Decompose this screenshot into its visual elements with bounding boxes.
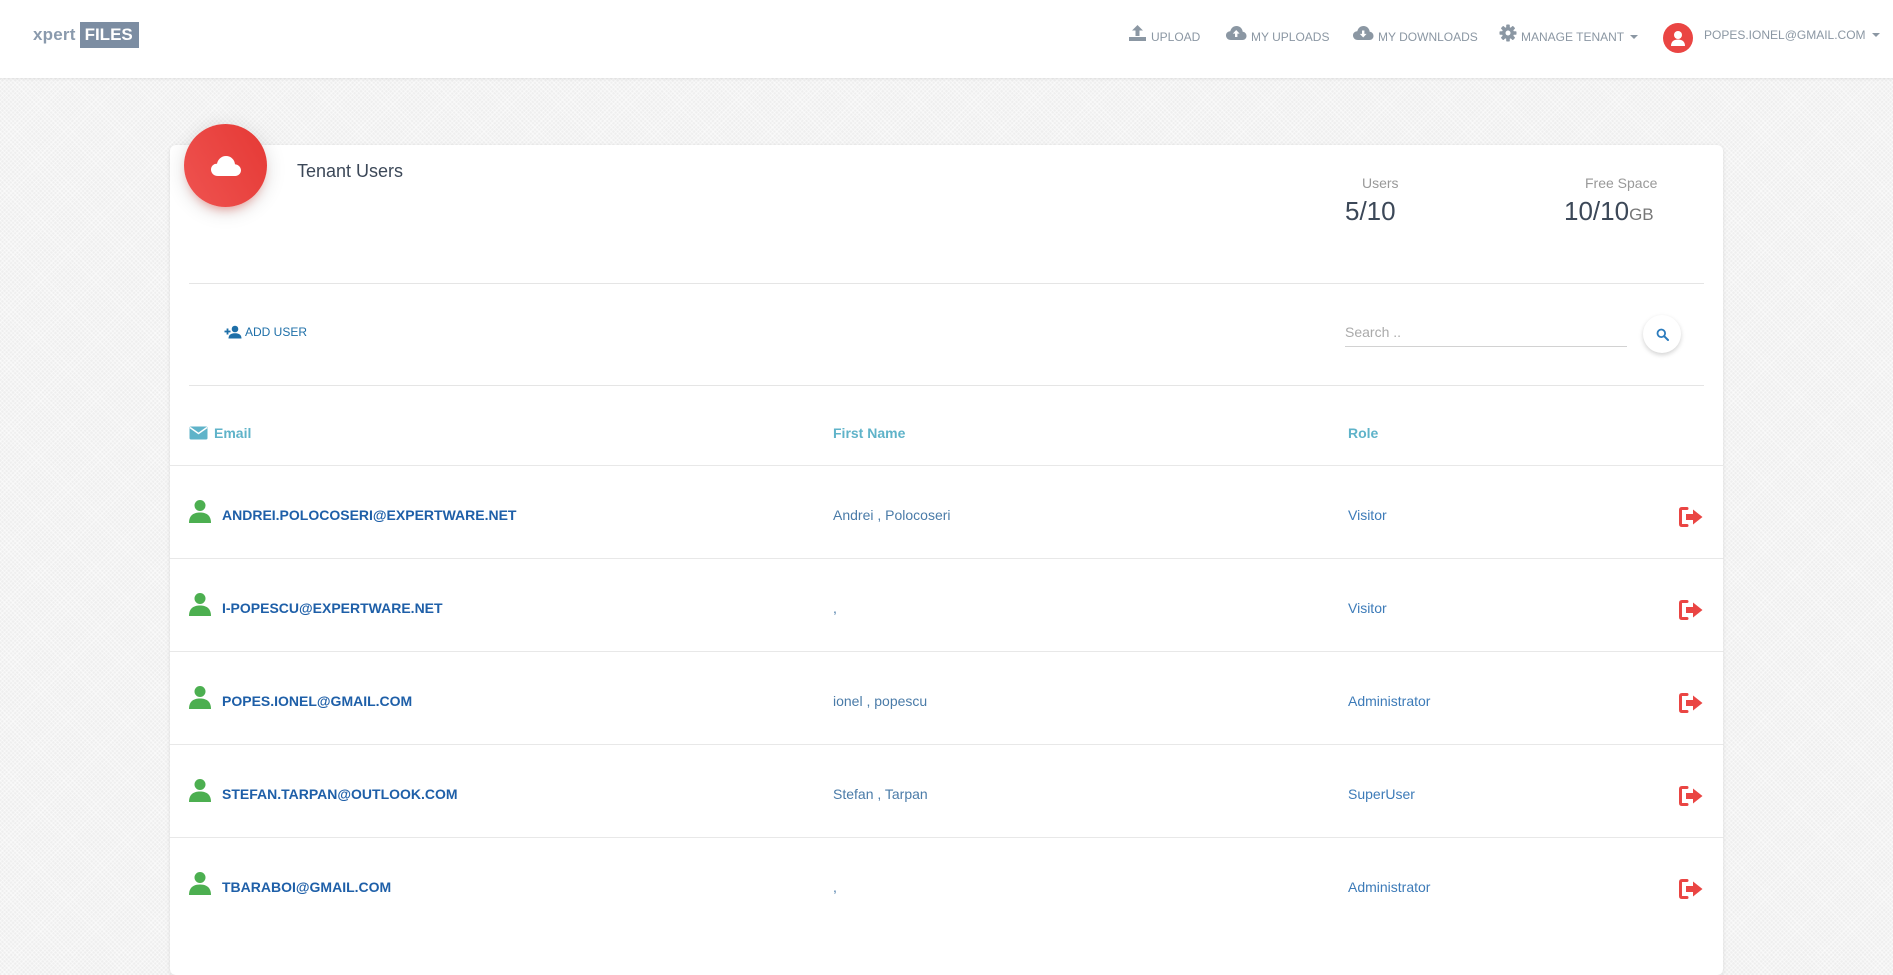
brand-text-files: FILES	[79, 22, 139, 48]
column-header-first-name-label: First Name	[833, 425, 906, 441]
user-role: SuperUser	[1348, 786, 1415, 802]
free-space-amount: 10/10	[1564, 196, 1630, 226]
user-name: ,	[833, 600, 837, 616]
nav-my-downloads[interactable]: MY DOWNLOADS	[1352, 24, 1478, 44]
user-email-link[interactable]: POPES.IONEL@GMAIL.COM	[222, 693, 412, 709]
user-name: ,	[833, 879, 837, 895]
sign-out-icon[interactable]	[1678, 692, 1704, 714]
search-button[interactable]	[1643, 315, 1681, 353]
divider	[189, 385, 1704, 386]
column-header-first-name: First Name	[833, 425, 905, 441]
free-space-value: 10/10GB	[1564, 196, 1654, 227]
column-header-role: Role	[1348, 425, 1378, 441]
users-stat-value: 5/10	[1345, 196, 1396, 226]
nav-upload-label: UPLOAD	[1151, 30, 1201, 44]
nav-user-menu[interactable]: POPES.IONEL@GMAIL.COM	[1704, 24, 1880, 42]
envelope-icon	[189, 426, 208, 440]
user-email-link[interactable]: I-POPESCU@EXPERTWARE.NET	[222, 600, 443, 616]
user-name: Stefan , Tarpan	[833, 786, 928, 802]
sign-out-icon[interactable]	[1678, 785, 1704, 807]
user-avatar-icon[interactable]	[1663, 23, 1693, 53]
sign-out-icon[interactable]	[1678, 878, 1704, 900]
column-header-role-label: Role	[1348, 425, 1379, 441]
nav-my-uploads-label: MY UPLOADS	[1251, 30, 1330, 44]
user-role: Administrator	[1348, 879, 1431, 895]
user-email-link[interactable]: ANDREI.POLOCOSERI@EXPERTWARE.NET	[222, 507, 516, 523]
free-space-label: Free Space	[1585, 175, 1658, 191]
user-email-link[interactable]: TBARABOI@GMAIL.COM	[222, 879, 391, 895]
user-name: Andrei , Polocoseri	[833, 507, 951, 523]
user-icon	[189, 500, 211, 523]
gear-icon	[1499, 24, 1517, 42]
user-role: Visitor	[1348, 507, 1387, 523]
nav-my-downloads-label: MY DOWNLOADS	[1378, 30, 1478, 44]
add-user-label: ADD USER	[245, 325, 308, 339]
user-icon	[189, 593, 211, 616]
chevron-down-icon	[1630, 35, 1639, 39]
upload-icon	[1129, 25, 1146, 41]
nav-manage-tenant[interactable]: MANAGE TENANT	[1499, 24, 1639, 44]
nav-manage-tenant-label: MANAGE TENANT	[1521, 30, 1625, 44]
free-space-unit: GB	[1629, 205, 1654, 224]
column-header-email: Email	[189, 425, 251, 441]
users-stat-label: Users	[1362, 175, 1399, 191]
sign-out-icon[interactable]	[1678, 506, 1704, 528]
search-icon	[1656, 328, 1669, 341]
user-icon	[189, 872, 211, 895]
user-icon	[189, 686, 211, 709]
user-name: ionel , popescu	[833, 693, 928, 709]
user-role: Visitor	[1348, 600, 1387, 616]
add-user-icon	[224, 325, 242, 339]
chevron-down-icon	[1871, 33, 1880, 37]
cloud-upload-icon	[1226, 26, 1247, 40]
user-icon	[189, 779, 211, 802]
nav-upload[interactable]: UPLOAD	[1128, 24, 1201, 44]
top-navbar: xpert FILES UPLOAD MY UPLOADS MY DOWNLOA…	[0, 0, 1893, 78]
search-input[interactable]	[1345, 318, 1627, 347]
user-email-link[interactable]: STEFAN.TARPAN@OUTLOOK.COM	[222, 786, 458, 802]
nav-my-uploads[interactable]: MY UPLOADS	[1225, 24, 1330, 44]
table-row: POPES.IONEL@GMAIL.COM ionel , popescu Ad…	[170, 651, 1723, 745]
card-title: Tenant Users	[297, 161, 404, 181]
add-user-button[interactable]: ADD USER	[224, 325, 307, 339]
brand-text-xpert: xpert	[33, 25, 76, 44]
column-header-email-label: Email	[214, 425, 252, 441]
table-row: I-POPESCU@EXPERTWARE.NET , Visitor	[170, 558, 1723, 652]
cloud-download-icon	[1353, 26, 1374, 40]
table-row: TBARABOI@GMAIL.COM , Administrator	[170, 837, 1723, 931]
cloud-icon	[184, 124, 267, 207]
table-row: ANDREI.POLOCOSERI@EXPERTWARE.NET Andrei …	[170, 465, 1723, 559]
nav-user-email: POPES.IONEL@GMAIL.COM	[1704, 28, 1866, 42]
divider	[189, 283, 1704, 284]
table-row: STEFAN.TARPAN@OUTLOOK.COM Stefan , Tarpa…	[170, 744, 1723, 838]
user-role: Administrator	[1348, 693, 1431, 709]
sign-out-icon[interactable]	[1678, 599, 1704, 621]
brand-logo[interactable]: xpert FILES	[33, 22, 139, 48]
